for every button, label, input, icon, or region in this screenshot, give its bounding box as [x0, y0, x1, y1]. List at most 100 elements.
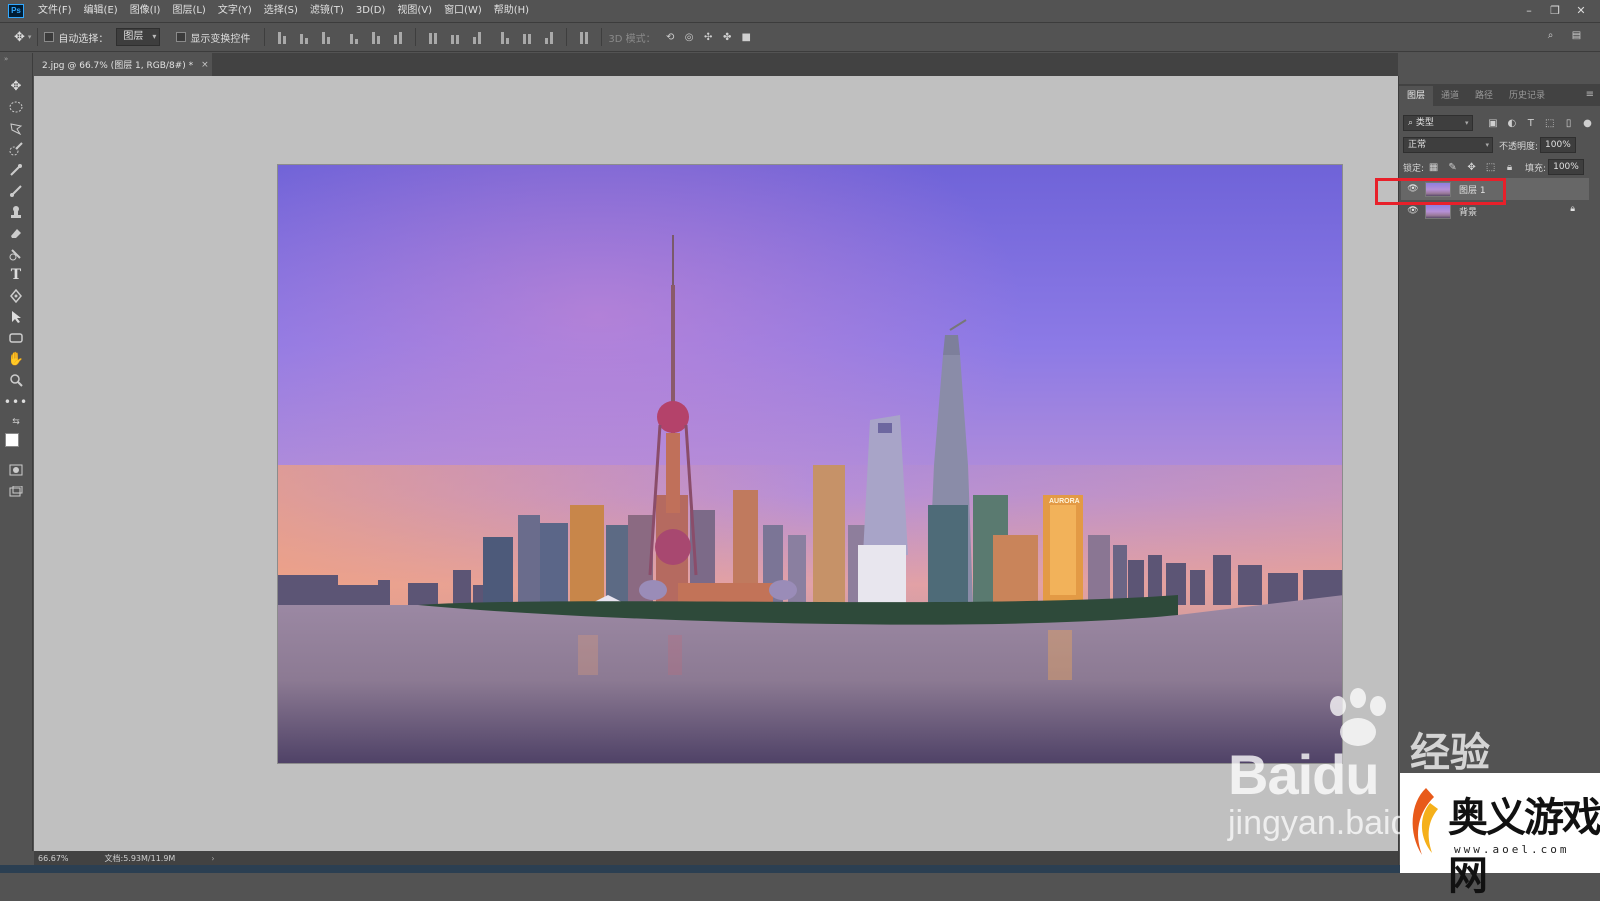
- filter-toggle-icon[interactable]: ●: [1581, 117, 1594, 130]
- menu-layer[interactable]: 图层(L): [166, 0, 211, 21]
- align-top-icon[interactable]: [275, 30, 289, 44]
- status-menu-arrow[interactable]: ›: [211, 854, 214, 863]
- auto-select-option[interactable]: 自动选择：: [44, 30, 108, 45]
- distribute-vcenter-icon[interactable]: [448, 30, 462, 44]
- slide-3d-icon[interactable]: ✤: [721, 31, 734, 44]
- distribute-bottom-icon[interactable]: [470, 30, 484, 44]
- chevron-down-icon: ▾: [1485, 141, 1489, 149]
- show-transform-checkbox[interactable]: [176, 32, 187, 42]
- camera-3d-icon[interactable]: ■: [740, 31, 753, 44]
- distribute-hcenter-icon[interactable]: [520, 30, 534, 44]
- pen-tool-icon[interactable]: [6, 287, 26, 305]
- collapse-icon[interactable]: »: [4, 55, 8, 63]
- menu-select[interactable]: 选择(S): [258, 0, 304, 21]
- align-right-icon[interactable]: [391, 30, 405, 44]
- eraser-tool-icon[interactable]: [6, 224, 26, 242]
- tab-history[interactable]: 历史记录: [1501, 86, 1553, 106]
- filter-smart-object-icon[interactable]: ▯: [1562, 117, 1575, 130]
- divider: [566, 28, 568, 46]
- eyedropper-tool-icon[interactable]: [6, 161, 26, 179]
- fill-input[interactable]: 100%: [1548, 159, 1585, 175]
- align-hcenter-icon[interactable]: [369, 30, 383, 44]
- zoom-level[interactable]: 66.67%: [38, 854, 69, 863]
- layer-filter-dropdown[interactable]: ⌕ 类型 ▾: [1403, 115, 1473, 131]
- status-bar: 66.67% 文档:5.93M/11.9M ›: [34, 851, 1398, 865]
- tab-channels[interactable]: 通道: [1433, 86, 1467, 106]
- os-taskbar: [0, 865, 1600, 873]
- eye-icon[interactable]: 👁︎: [1401, 206, 1425, 216]
- foreground-color-swatch[interactable]: [5, 433, 19, 447]
- blend-mode-dropdown[interactable]: 正常 ▾: [1403, 137, 1493, 153]
- filter-type-icon[interactable]: T: [1524, 117, 1537, 130]
- restore-icon[interactable]: ❐: [1542, 0, 1568, 20]
- shape-tool-icon[interactable]: [6, 329, 26, 347]
- menu-view[interactable]: 视图(V): [391, 0, 438, 21]
- brush-tool-icon[interactable]: [6, 182, 26, 200]
- distribute-left-icon[interactable]: [498, 30, 512, 44]
- align-vcenter-icon[interactable]: [297, 30, 311, 44]
- tab-paths[interactable]: 路径: [1467, 86, 1501, 106]
- align-left-icon[interactable]: [347, 30, 361, 44]
- auto-align-icon[interactable]: [577, 30, 591, 44]
- close-icon[interactable]: ✕: [1568, 0, 1594, 20]
- distribute-right-icon[interactable]: [542, 30, 556, 44]
- lasso-tool-icon[interactable]: [6, 119, 26, 137]
- menu-file[interactable]: 文件(F): [32, 0, 78, 21]
- menu-help[interactable]: 帮助(H): [488, 0, 535, 21]
- type-tool-icon[interactable]: T: [6, 266, 26, 284]
- zoom-tool-icon[interactable]: [6, 371, 26, 389]
- auto-select-checkbox[interactable]: [44, 32, 55, 42]
- orbit-3d-icon[interactable]: ⟲: [664, 31, 677, 44]
- gradient-tool-icon[interactable]: [6, 245, 26, 263]
- canvas-area[interactable]: AURORA: [34, 76, 1398, 851]
- distribute-top-icon[interactable]: [426, 30, 440, 44]
- align-bottom-icon[interactable]: [319, 30, 333, 44]
- auto-select-dropdown[interactable]: 图层 ▾: [116, 28, 161, 46]
- move-tool-icon[interactable]: ✥: [6, 77, 26, 95]
- filter-adjustment-icon[interactable]: ◐: [1505, 117, 1518, 130]
- menu-bar: Ps 文件(F) 编辑(E) 图像(I) 图层(L) 文字(Y) 选择(S) 滤…: [0, 0, 1600, 21]
- lock-transparent-icon[interactable]: ▦: [1427, 161, 1440, 174]
- menu-3d[interactable]: 3D(D): [350, 0, 392, 21]
- menu-type[interactable]: 文字(Y): [212, 0, 258, 21]
- photoshop-logo: Ps: [8, 3, 24, 18]
- marquee-tool-icon[interactable]: [6, 98, 26, 116]
- search-icon[interactable]: ⌕: [1544, 29, 1557, 42]
- menu-image[interactable]: 图像(I): [124, 0, 167, 21]
- chevron-down-icon: ▾: [1465, 119, 1469, 127]
- blend-row: 正常 ▾ 不透明度: 100%: [1403, 136, 1597, 154]
- tab-layers[interactable]: 图层: [1399, 86, 1434, 106]
- menu-filter[interactable]: 滤镜(T): [304, 0, 350, 21]
- stamp-tool-icon[interactable]: [6, 203, 26, 221]
- filter-pixel-icon[interactable]: ▣: [1487, 117, 1500, 130]
- show-transform-option[interactable]: 显示变换控件: [176, 30, 250, 45]
- workspace-icon[interactable]: ▤: [1570, 29, 1583, 42]
- path-select-tool-icon[interactable]: [6, 308, 26, 326]
- minimize-icon[interactable]: –: [1516, 0, 1542, 20]
- swap-colors-icon[interactable]: ⇆: [6, 415, 26, 429]
- menu-edit[interactable]: 编辑(E): [78, 0, 124, 21]
- more-tools-icon[interactable]: •••: [4, 393, 27, 411]
- document-tab[interactable]: 2.jpg @ 66.7% (图层 1, RGB/8#) * ×: [34, 53, 212, 76]
- opacity-input[interactable]: 100%: [1540, 137, 1577, 153]
- lock-artboard-icon[interactable]: ⬚: [1484, 161, 1497, 174]
- close-tab-icon[interactable]: ×: [201, 60, 209, 70]
- layer-name[interactable]: 背景: [1459, 205, 1477, 218]
- pan-3d-icon[interactable]: ✣: [702, 31, 715, 44]
- lock-position-icon[interactable]: ✥: [1465, 161, 1478, 174]
- tools-panel: » ✥ T ✋ ••• ⇆: [0, 53, 33, 851]
- panel-menu-icon[interactable]: ≡: [1586, 89, 1594, 100]
- lock-image-icon[interactable]: ✎: [1446, 161, 1459, 174]
- move-tool-preset[interactable]: ✥ ▾: [14, 30, 31, 45]
- hand-tool-icon[interactable]: ✋: [6, 350, 26, 368]
- filter-shape-icon[interactable]: ⬚: [1543, 117, 1556, 130]
- lock-all-icon[interactable]: 🔒︎: [1503, 161, 1516, 174]
- menu-window[interactable]: 窗口(W): [438, 0, 488, 21]
- roll-3d-icon[interactable]: ◎: [683, 31, 696, 44]
- quick-select-tool-icon[interactable]: [6, 140, 26, 158]
- quick-mask-icon[interactable]: [6, 461, 26, 479]
- screen-mode-icon[interactable]: [6, 483, 26, 501]
- lock-row: 锁定: ▦ ✎ ✥ ⬚ 🔒︎ 填充: 100%: [1403, 158, 1597, 176]
- document-canvas[interactable]: AURORA: [277, 164, 1343, 764]
- show-transform-label: 显示变换控件: [190, 33, 251, 45]
